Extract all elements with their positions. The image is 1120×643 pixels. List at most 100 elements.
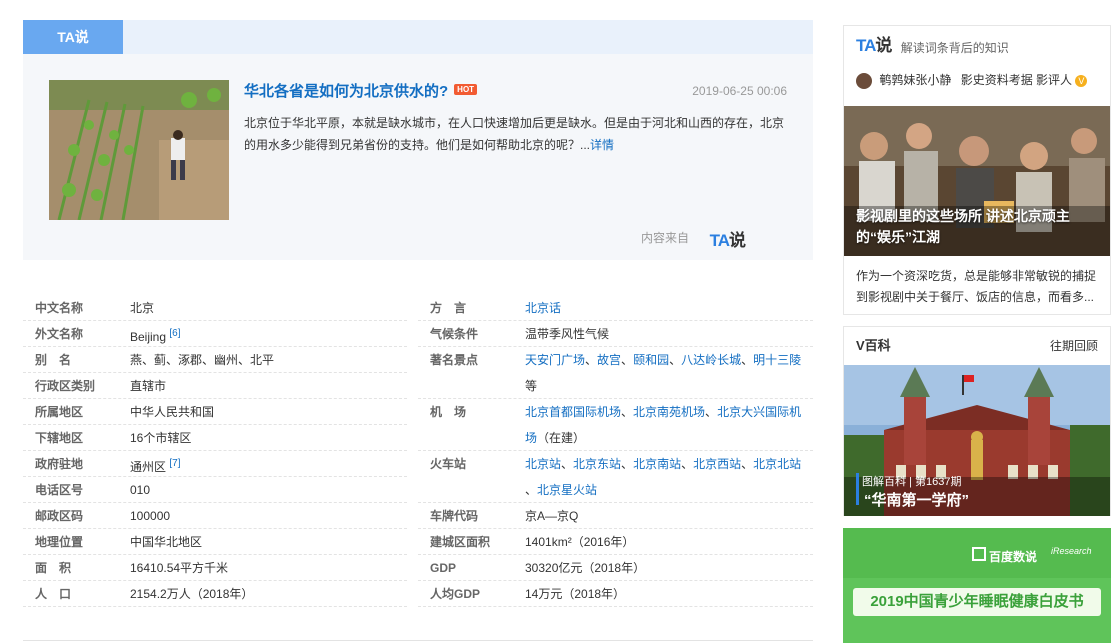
info-key: 人 口 (35, 587, 72, 601)
info-row-station: 火车站 北京站、北京东站、北京南站、北京西站、北京北站 、北京星火站 (418, 451, 813, 503)
info-key: 电话区号 (35, 483, 84, 497)
info-link[interactable]: 八达岭长城 (681, 353, 741, 367)
info-key: 地理位置 (35, 535, 84, 549)
side-vbaike-card: V百科 往期回顾 图解百科 | 第1637期 “华南第一学府” (843, 326, 1111, 516)
info-key: 面 积 (35, 561, 72, 575)
info-key: 外文名称 (35, 327, 84, 341)
info-link[interactable]: 颐和园 (633, 353, 669, 367)
side-ta-header: TA说 解读词条背后的知识 (844, 26, 1110, 66)
info-row: 行政区类别 直辖市 (23, 373, 407, 399)
info-key: 别 名 (35, 353, 72, 367)
info-link[interactable]: 故宫 (597, 353, 621, 367)
info-link[interactable]: 北京话 (525, 301, 561, 315)
info-value: 北京首都国际机场、北京南苑机场、北京大兴国际机 场（在建） (525, 405, 802, 445)
side-ta-picture[interactable]: 影视剧里的这些场所 讲述北京顽主的“娱乐”江湖 (844, 106, 1110, 256)
info-row: 中文名称 北京 (23, 295, 407, 321)
info-link[interactable]: 天安门广场 (525, 353, 585, 367)
info-link[interactable]: 北京西站 (693, 457, 741, 471)
info-value-text: 16个市辖区 (130, 431, 192, 445)
info-value: 中华人民共和国 (130, 399, 214, 425)
author-name[interactable]: 鹌鹑妹张小静 (879, 73, 951, 87)
info-key: 行政区类别 (35, 379, 96, 393)
side-vbaike-picture[interactable]: 图解百科 | 第1637期 “华南第一学府” (844, 365, 1110, 516)
info-link[interactable]: 北京南苑机场 (633, 405, 705, 419)
info-value: 燕、蓟、涿郡、幽州、北平 (130, 347, 274, 373)
side-vbaike-caption-small: 图解百科 | 第1637期 (862, 476, 962, 488)
ta-module: TA说 华北各省是如何为北京供水的? HOT 2019-06-25 00:06 … (23, 20, 813, 260)
info-link[interactable]: 北京大兴国际机 (717, 405, 801, 419)
detail-link[interactable]: 详情 (590, 138, 614, 152)
side-ad-banner-title[interactable]: 2019中国青少年睡眠健康白皮书 (853, 588, 1101, 616)
info-value-line2: 等 (525, 379, 538, 393)
article-thumbnail[interactable] (49, 80, 229, 220)
info-value: 2154.2万人（2018年） (130, 581, 253, 607)
verified-badge-icon: V (1075, 74, 1088, 87)
baidu-shuo-logo: 百度数说 (989, 550, 1038, 564)
info-value: 温带季风性气候 (525, 327, 610, 341)
article-desc: 北京位于华北平原，本就是缺水城市，在人口快速增加后更是缺水。但是由于河北和山西的… (244, 112, 790, 156)
ta-logo-s: 说 (729, 231, 746, 250)
info-row-gdp-per-capita: 人均GDP 14万元（2018年） (418, 581, 813, 607)
info-link[interactable]: 北京站 (525, 457, 561, 471)
side-ta-desc[interactable]: 作为一个资深吃货，总是能够非常敏锐的捕捉到影视剧中关于餐厅、饭店的信息，而看多.… (856, 266, 1101, 308)
info-value: 14万元（2018年） (525, 587, 626, 601)
info-link[interactable]: 北京首都国际机场 (525, 405, 621, 419)
tab-ta[interactable]: TA说 (23, 20, 123, 54)
article-desc-text: 北京位于华北平原，本就是缺水城市，在人口快速增加后更是缺水。但是由于河北和山西的… (244, 116, 785, 152)
side-ta-author[interactable]: 鹌鹑妹张小静 影史资料考据 影评人 V (844, 66, 1110, 94)
citation-link[interactable]: [6] (169, 328, 180, 339)
info-key: 政府驻地 (35, 457, 84, 471)
info-value-text: 中国华北地区 (130, 535, 203, 549)
info-value-text: Beijing (130, 330, 167, 344)
side-vbaike-more-link[interactable]: 往期回顾 (1050, 327, 1098, 365)
info-value-text: 北京 (130, 301, 155, 315)
info-value: 30320亿元（2018年） (525, 561, 646, 575)
citation-link[interactable]: [7] (169, 458, 180, 469)
info-value: 京A—京Q (525, 509, 579, 523)
info-key: 所属地区 (35, 405, 84, 419)
ta-logo-icon: TA说 (709, 226, 746, 251)
info-link[interactable]: 北京星火站 (537, 483, 597, 497)
info-value: 中国华北地区 (130, 529, 202, 555)
article-title[interactable]: 华北各省是如何为北京供水的? HOT (244, 80, 478, 101)
info-row-airport: 机 场 北京首都国际机场、北京南苑机场、北京大兴国际机 场（在建） (418, 399, 813, 451)
info-value: 北京站、北京东站、北京南站、北京西站、北京北站 、北京星火站 (525, 457, 802, 497)
info-link[interactable]: 北京东站 (573, 457, 621, 471)
side-ad-banner[interactable]: 百度数说 iResearch 2019中国青少年睡眠健康白皮书 (843, 528, 1111, 643)
info-link[interactable]: 场 (525, 431, 537, 445)
info-row: 电话区号 010 (23, 477, 407, 503)
info-row: 所属地区 中华人民共和国 (23, 399, 407, 425)
info-key: 人均GDP (430, 587, 481, 601)
info-row-climate: 气候条件 温带季风性气候 (418, 321, 813, 347)
article-title-text[interactable]: 华北各省是如何为北京供水的? (244, 83, 448, 100)
info-link[interactable]: 北京北站 (753, 457, 801, 471)
info-row: 政府驻地 通州区 [7] (23, 451, 407, 477)
article-date: 2019-06-25 00:06 (692, 84, 787, 98)
info-value-line2: （在建） (537, 431, 586, 445)
side-vbaike-header: V百科 往期回顾 (844, 327, 1110, 365)
ta-logo-t: TA (856, 36, 876, 55)
info-row: 别 名 燕、蓟、涿郡、幽州、北平 (23, 347, 407, 373)
info-value-text: 100000 (130, 509, 171, 523)
side-vbaike-caption-big[interactable]: “华南第一学府” (864, 489, 969, 510)
info-key: 中文名称 (35, 301, 84, 315)
info-key: 方 言 (430, 301, 467, 315)
ta-logo-icon: TA说 (856, 26, 892, 66)
hot-badge: HOT (454, 83, 478, 95)
info-row-gdp: GDP 30320亿元（2018年） (418, 555, 813, 581)
ta-logo-t: TA (709, 231, 730, 250)
side-ta-subtitle: 解读词条背后的知识 (900, 40, 1009, 55)
avatar[interactable] (856, 72, 872, 89)
info-row-attractions: 著名景点 天安门广场、故宫、颐和园、八达岭长城、明十三陵等 (418, 347, 813, 399)
side-ta-picture-title[interactable]: 影视剧里的这些场所 讲述北京顽主的“娱乐”江湖 (856, 206, 1101, 248)
info-link[interactable]: 北京南站 (633, 457, 681, 471)
info-value: 通州区 [7] (130, 451, 180, 480)
info-row: 外文名称 Beijing [6] (23, 321, 407, 347)
info-link[interactable]: 明十三陵 (753, 353, 801, 367)
info-key: 著名景点 (430, 353, 479, 367)
info-value-text: 燕、蓟、涿郡、幽州、北平 (130, 353, 275, 367)
info-key: GDP (430, 561, 457, 575)
info-key: 下辖地区 (35, 431, 84, 445)
info-row: 面 积 16410.54平方千米 (23, 555, 407, 581)
info-value: 100000 (130, 503, 170, 529)
